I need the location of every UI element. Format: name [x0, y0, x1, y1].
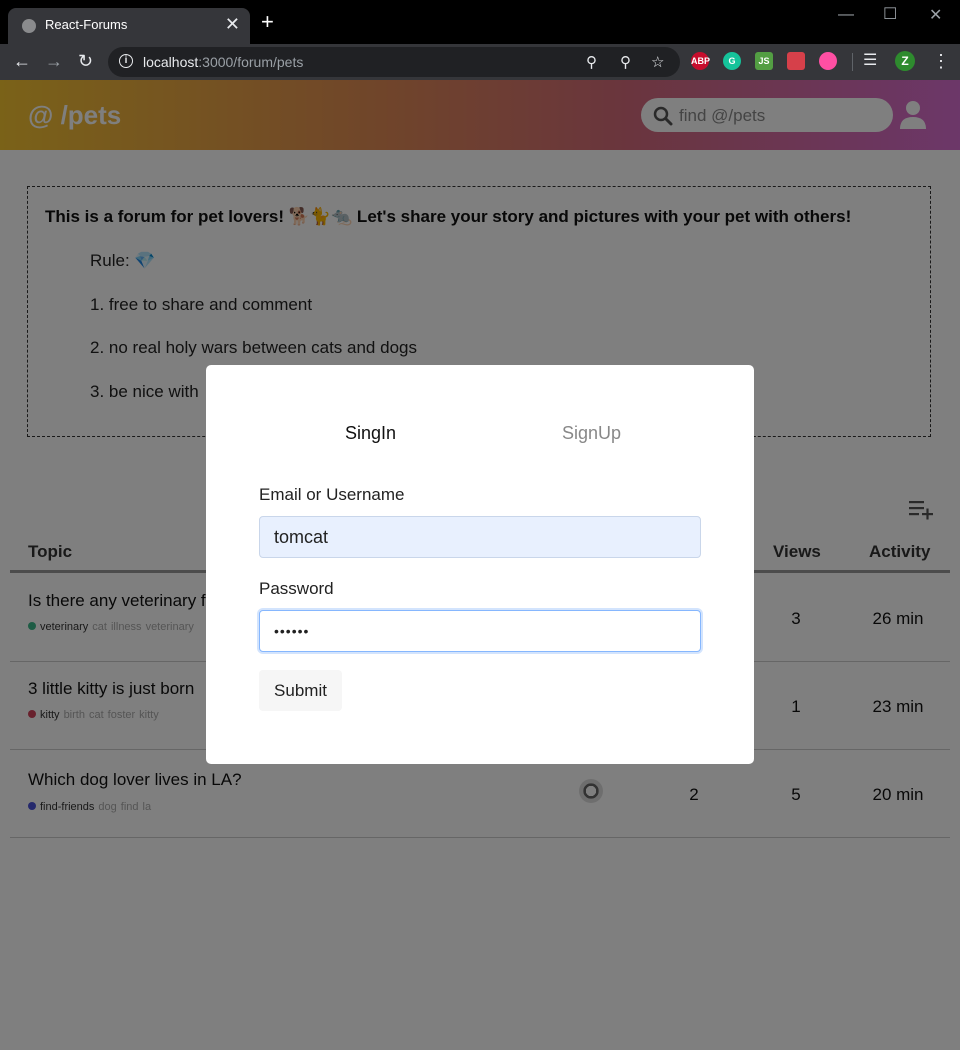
window-close-icon[interactable]: ✕: [929, 5, 942, 25]
adblock-plus-icon[interactable]: ABP: [691, 52, 710, 70]
back-icon[interactable]: ←: [13, 50, 31, 72]
forum-page: @ /pets find @/pets This is a forum for …: [0, 80, 960, 1050]
address-bar[interactable]: i localhost:3000/forum/pets ⚲ ⚲ ☆: [108, 47, 680, 77]
tab-close-icon[interactable]: ✕: [225, 14, 240, 35]
submit-button[interactable]: Submit: [259, 670, 342, 711]
tab-signin[interactable]: SingIn: [345, 423, 396, 444]
tab-title: React-Forums: [45, 17, 128, 32]
dark-mode-icon[interactable]: [819, 52, 837, 70]
menu-kebab-icon[interactable]: ⋮: [932, 50, 950, 72]
browser-toolbar: ← → ↻ i localhost:3000/forum/pets ⚲ ⚲ ☆ …: [0, 44, 960, 80]
signin-modal: SingIn SignUp Email or Username tomcat P…: [206, 365, 754, 764]
key-icon[interactable]: ⚲: [586, 53, 597, 71]
profile-avatar[interactable]: Z: [895, 51, 915, 71]
site-info-icon[interactable]: i: [119, 54, 133, 68]
browser-tab[interactable]: React-Forums ✕: [8, 8, 250, 44]
extension-red-icon[interactable]: [787, 52, 805, 70]
email-field[interactable]: tomcat: [259, 516, 701, 558]
reading-list-icon[interactable]: ☰: [863, 50, 877, 72]
password-label: Password: [259, 579, 334, 598]
zoom-icon[interactable]: ⚲: [620, 53, 631, 71]
star-icon[interactable]: ☆: [651, 53, 664, 71]
minimize-icon[interactable]: —: [838, 6, 854, 24]
new-tab-button[interactable]: +: [261, 11, 274, 33]
forward-icon[interactable]: →: [45, 50, 63, 72]
url-text: localhost:3000/forum/pets: [143, 54, 303, 70]
url-host: localhost: [143, 54, 199, 70]
globe-icon: [22, 19, 36, 33]
email-label: Email or Username: [259, 485, 405, 504]
tab-signup[interactable]: SignUp: [562, 423, 621, 444]
reload-icon[interactable]: ↻: [78, 50, 93, 72]
toolbar-separator: [852, 53, 853, 71]
password-field[interactable]: ••••••: [259, 610, 701, 652]
grammarly-icon[interactable]: G: [723, 52, 741, 70]
maximize-icon[interactable]: ☐: [883, 4, 897, 24]
url-path: :3000/forum/pets: [198, 54, 304, 70]
nodejs-icon[interactable]: JS: [755, 52, 773, 70]
browser-titlebar: React-Forums ✕ + — ☐ ✕: [0, 0, 960, 44]
